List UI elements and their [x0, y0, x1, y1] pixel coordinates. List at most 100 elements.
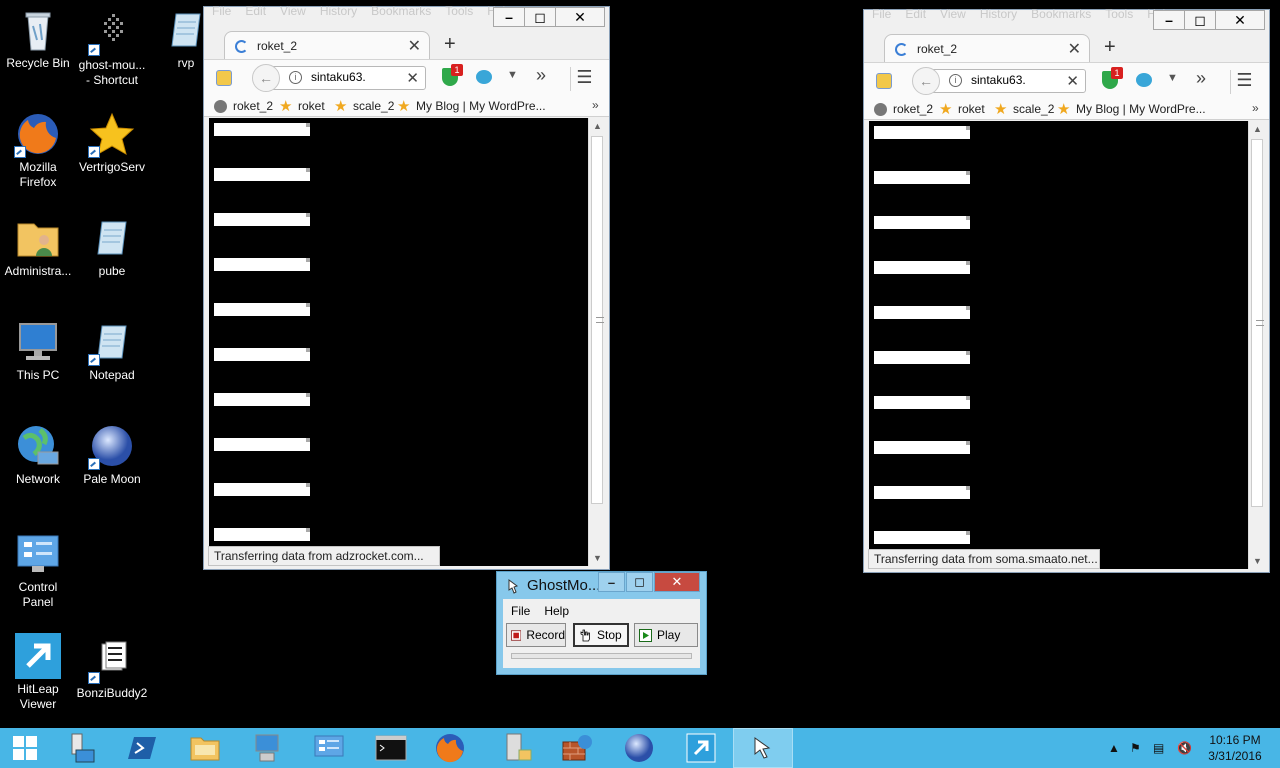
- menu-file[interactable]: File: [872, 7, 891, 21]
- page-content[interactable]: [209, 118, 589, 566]
- bookmark-roket-2[interactable]: roket_2: [214, 99, 273, 113]
- tab-roket-2[interactable]: roket_2 ✕: [224, 31, 430, 61]
- menu-view[interactable]: View: [280, 4, 306, 18]
- minimize-button[interactable]: –: [598, 572, 625, 592]
- hamburger-menu-icon[interactable]: ☰: [1230, 70, 1258, 94]
- url-input[interactable]: [311, 70, 395, 84]
- menu-file[interactable]: File: [212, 4, 231, 18]
- hamburger-menu-icon[interactable]: ☰: [570, 67, 598, 91]
- bookmark-scale-2[interactable]: ★ scale_2: [334, 99, 394, 114]
- url-input[interactable]: [971, 73, 1055, 87]
- menu-edit[interactable]: Edit: [905, 7, 926, 21]
- url-bar[interactable]: i ✕: [928, 69, 1086, 93]
- title-bar[interactable]: FileEditViewHistoryBookmarksToolsHelp – …: [864, 7, 1269, 34]
- desktop-icon-vertrigoserv[interactable]: VertrigoServ: [74, 110, 150, 175]
- ad-banner[interactable]: [874, 486, 970, 499]
- taskbar-command-prompt[interactable]: [361, 728, 421, 768]
- bookmark-my-blog[interactable]: ★ My Blog | My WordPre...: [397, 99, 546, 114]
- overflow-chevron-icon[interactable]: »: [1196, 68, 1206, 89]
- ad-banner[interactable]: [874, 216, 970, 229]
- show-hidden-icons-icon[interactable]: ▲: [1108, 741, 1120, 755]
- addon-icon[interactable]: [876, 73, 892, 89]
- scroll-thumb[interactable]: [1251, 139, 1264, 507]
- bookmark-roket-2[interactable]: roket_2: [874, 102, 933, 116]
- play-button[interactable]: Play: [634, 623, 698, 647]
- taskbar-ghostmouse[interactable]: [733, 728, 793, 768]
- ad-banner[interactable]: [214, 528, 310, 541]
- close-button[interactable]: ✕: [555, 7, 605, 27]
- vertical-scrollbar[interactable]: ▲ ▼: [588, 118, 605, 566]
- menu-bookmarks[interactable]: Bookmarks: [1031, 7, 1091, 21]
- taskbar-hitleap[interactable]: [671, 728, 731, 768]
- menu-view[interactable]: View: [940, 7, 966, 21]
- title-bar[interactable]: FileEditViewHistoryBookmarksToolsHelp – …: [204, 4, 609, 31]
- menu-edit[interactable]: Edit: [245, 4, 266, 18]
- menu-help[interactable]: Help: [544, 604, 569, 618]
- ad-banner[interactable]: [874, 396, 970, 409]
- addon-eye-icon[interactable]: [1136, 73, 1152, 87]
- action-center-flag-icon[interactable]: ⚑: [1130, 741, 1141, 755]
- close-tab-icon[interactable]: ✕: [1068, 39, 1081, 59]
- new-tab-button[interactable]: +: [444, 33, 456, 56]
- ad-banner[interactable]: [214, 303, 310, 316]
- minimize-button[interactable]: –: [493, 7, 525, 27]
- bookmarks-overflow-icon[interactable]: »: [1252, 101, 1259, 115]
- maximize-button[interactable]: ◻: [524, 7, 556, 27]
- network-status-icon[interactable]: ▤: [1153, 741, 1164, 755]
- new-tab-button[interactable]: +: [1104, 36, 1116, 59]
- ad-banner[interactable]: [874, 261, 970, 274]
- taskbar-file-explorer[interactable]: [175, 728, 235, 768]
- bookmark-roket[interactable]: ★ roket: [939, 102, 985, 117]
- desktop-icon-this-pc[interactable]: This PC: [0, 318, 76, 383]
- addon-dropdown-icon[interactable]: ▼: [507, 69, 518, 81]
- addon-eye-icon[interactable]: [476, 70, 492, 84]
- desktop-icon-hitleap-viewer[interactable]: HitLeap Viewer: [0, 632, 76, 712]
- ad-banner[interactable]: [214, 348, 310, 361]
- back-button[interactable]: ←: [912, 67, 940, 95]
- taskbar-powershell[interactable]: [113, 728, 173, 768]
- scroll-up-arrow-icon[interactable]: ▲: [1249, 121, 1266, 137]
- desktop-icon-pale-moon[interactable]: Pale Moon: [74, 422, 150, 487]
- back-button[interactable]: ←: [252, 64, 280, 92]
- ad-banner[interactable]: [214, 438, 310, 451]
- addon-icon[interactable]: [216, 70, 232, 86]
- ad-banner[interactable]: [214, 393, 310, 406]
- taskbar-server-manager[interactable]: [51, 728, 111, 768]
- ad-banner[interactable]: [874, 126, 970, 139]
- maximize-button[interactable]: ◻: [1184, 10, 1216, 30]
- overflow-chevron-icon[interactable]: »: [536, 65, 546, 86]
- ad-banner[interactable]: [874, 306, 970, 319]
- desktop-icon-notepad[interactable]: Notepad: [74, 318, 150, 383]
- scroll-down-arrow-icon[interactable]: ▼: [1249, 553, 1266, 569]
- scroll-thumb[interactable]: [591, 136, 604, 504]
- taskbar-network-computer[interactable]: [237, 728, 297, 768]
- record-button[interactable]: Record: [506, 623, 566, 647]
- ad-banner[interactable]: [874, 351, 970, 364]
- menu-file[interactable]: File: [511, 604, 530, 618]
- taskbar-pale-moon[interactable]: [609, 728, 669, 768]
- stop-load-icon[interactable]: ✕: [1066, 72, 1079, 90]
- site-info-icon[interactable]: i: [949, 74, 962, 87]
- stop-button[interactable]: Stop: [573, 623, 629, 647]
- minimize-button[interactable]: –: [1153, 10, 1185, 30]
- scroll-up-arrow-icon[interactable]: ▲: [589, 118, 606, 134]
- start-button[interactable]: [0, 728, 50, 768]
- vertical-scrollbar[interactable]: ▲ ▼: [1248, 121, 1265, 569]
- bookmarks-overflow-icon[interactable]: »: [592, 98, 599, 112]
- scroll-down-arrow-icon[interactable]: ▼: [589, 550, 606, 566]
- taskbar-server-security[interactable]: [487, 728, 547, 768]
- ad-banner[interactable]: [874, 441, 970, 454]
- ad-banner[interactable]: [214, 483, 310, 496]
- ad-banner[interactable]: [874, 531, 970, 544]
- ad-banner[interactable]: [214, 168, 310, 181]
- close-tab-icon[interactable]: ✕: [408, 36, 421, 56]
- menu-tools[interactable]: Tools: [445, 4, 473, 18]
- desktop-icon-pube[interactable]: pube: [74, 214, 150, 279]
- page-content[interactable]: [869, 121, 1249, 569]
- ad-banner[interactable]: [214, 213, 310, 226]
- desktop-icon-firefox[interactable]: Mozilla Firefox: [0, 110, 76, 190]
- menu-history[interactable]: History: [980, 7, 1017, 21]
- ghostmouse-title-bar[interactable]: GhostMo...: [505, 577, 600, 594]
- ad-banner[interactable]: [214, 123, 310, 136]
- addon-dropdown-icon[interactable]: ▼: [1167, 72, 1178, 84]
